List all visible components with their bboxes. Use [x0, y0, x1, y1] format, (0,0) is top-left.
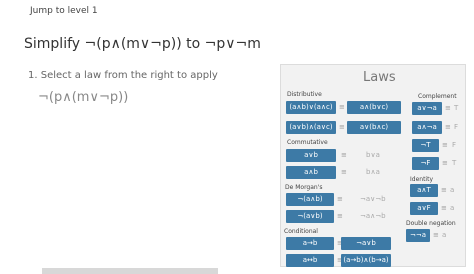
jump-to-level-link[interactable]: Jump to level 1: [30, 6, 98, 16]
rule-complement-1-right[interactable]: T: [454, 104, 458, 112]
equals-sign: ≡: [441, 186, 447, 194]
rule-complement-2-left[interactable]: a∧¬a: [412, 121, 442, 134]
rule-complement-3-left[interactable]: ¬T: [412, 139, 439, 152]
rule-commutative-1-left[interactable]: a∨b: [286, 149, 336, 162]
equals-sign: ≡: [339, 103, 345, 111]
rule-conditional-1-right[interactable]: ¬a∨b: [341, 237, 391, 250]
section-commutative: Commutative: [287, 139, 328, 146]
rule-distributive-2-right[interactable]: a∨(b∧c): [347, 121, 401, 134]
section-distributive: Distributive: [287, 91, 322, 98]
rule-conditional-1-left[interactable]: a→b: [286, 237, 334, 250]
equals-sign: ≡: [442, 141, 448, 149]
rule-identity-2-left[interactable]: a∨F: [410, 202, 438, 215]
rule-demorgan-1-right[interactable]: ¬a∨¬b: [360, 195, 386, 203]
equals-sign: ≡: [433, 231, 439, 239]
rule-demorgan-2-left[interactable]: ¬(a∨b): [286, 210, 334, 223]
equals-sign: ≡: [445, 104, 451, 112]
equals-sign: ≡: [337, 212, 343, 220]
step-instruction: 1. Select a law from the right to apply: [28, 70, 218, 81]
laws-title: Laws: [363, 70, 396, 85]
equals-sign: ≡: [341, 151, 347, 159]
rule-conditional-2-left[interactable]: a↔b: [286, 254, 334, 267]
equals-sign: ≡: [339, 123, 345, 131]
rule-identity-2-right[interactable]: a: [450, 204, 454, 212]
equals-sign: ≡: [341, 168, 347, 176]
rule-commutative-1-right[interactable]: b∨a: [366, 151, 380, 159]
rule-conditional-2-right[interactable]: (a→b)∧(b→a): [341, 254, 391, 267]
rule-identity-1-left[interactable]: a∧T: [410, 184, 438, 197]
page-title: Simplify ¬(p∧(m∨¬p)) to ¬p∨¬m: [24, 36, 261, 52]
rule-identity-1-right[interactable]: a: [450, 186, 454, 194]
rule-distributive-2-left[interactable]: (a∨b)∧(a∨c): [286, 121, 336, 134]
bottom-scrollbar[interactable]: [42, 268, 218, 274]
rule-complement-4-right[interactable]: T: [452, 159, 456, 167]
rule-commutative-2-right[interactable]: b∧a: [366, 168, 380, 176]
section-complement: Complement: [418, 93, 457, 100]
equals-sign: ≡: [337, 195, 343, 203]
rule-commutative-2-left[interactable]: a∧b: [286, 166, 336, 179]
rule-demorgan-1-left[interactable]: ¬(a∧b): [286, 193, 334, 206]
rule-complement-1-left[interactable]: a∨¬a: [412, 102, 442, 115]
rule-complement-2-right[interactable]: F: [454, 123, 458, 131]
section-identity: Identity: [410, 176, 433, 183]
section-double-negation: Double negation: [406, 220, 456, 227]
equals-sign: ≡: [445, 123, 451, 131]
current-expression: ¬(p∧(m∨¬p)): [38, 90, 129, 105]
rule-double-negation-left[interactable]: ¬¬a: [406, 229, 430, 242]
rule-distributive-1-left[interactable]: (a∧b)∨(a∧c): [286, 101, 336, 114]
section-conditional: Conditional: [284, 228, 318, 235]
equals-sign: ≡: [441, 204, 447, 212]
rule-complement-3-right[interactable]: F: [452, 141, 456, 149]
rule-distributive-1-right[interactable]: a∧(b∨c): [347, 101, 401, 114]
section-de-morgans: De Morgan's: [285, 184, 323, 191]
rule-demorgan-2-right[interactable]: ¬a∧¬b: [360, 212, 386, 220]
rule-complement-4-left[interactable]: ¬F: [412, 157, 439, 170]
rule-double-negation-right[interactable]: a: [442, 231, 446, 239]
equals-sign: ≡: [442, 159, 448, 167]
